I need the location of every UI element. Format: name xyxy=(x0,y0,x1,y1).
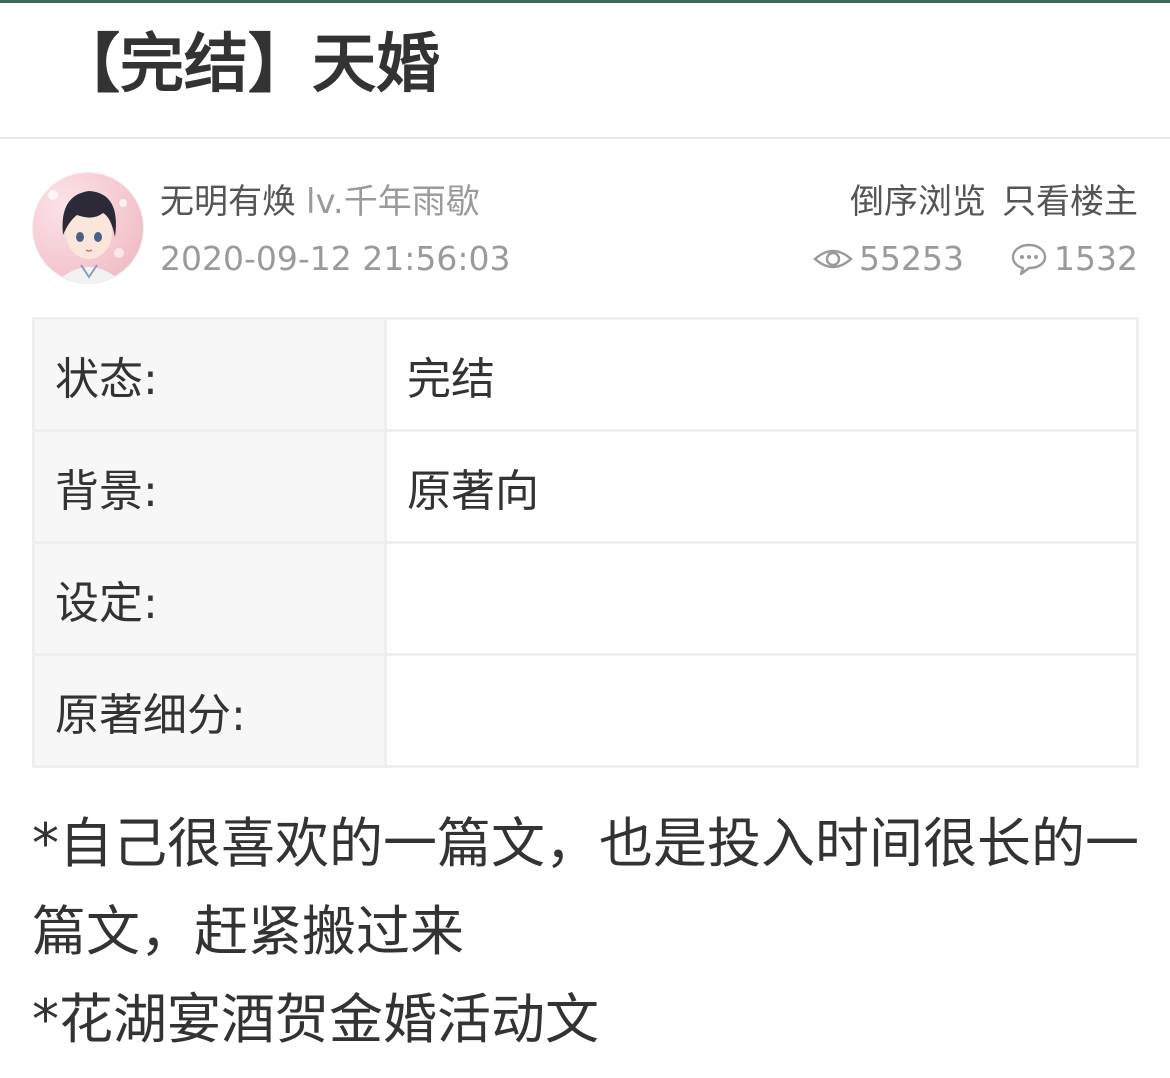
views-count: 55253 xyxy=(859,239,965,278)
info-key-status: 状态: xyxy=(32,317,387,432)
views-stat: 55253 xyxy=(813,237,964,281)
post-title: 【完结】天婚 xyxy=(56,28,440,102)
table-row: 原著细分: xyxy=(32,653,1139,768)
info-value-status: 完结 xyxy=(384,317,1139,432)
author-name[interactable]: 无明有焕 xyxy=(160,182,296,222)
post-stats: 55253 1532 xyxy=(813,237,1138,281)
info-table: 状态: 完结 背景: 原著向 设定: 原著细分: xyxy=(32,317,1139,768)
table-row: 设定: xyxy=(32,541,1139,656)
author-avatar[interactable] xyxy=(32,172,144,284)
info-value-setting xyxy=(384,541,1139,656)
title-bar: 【完结】天婚 xyxy=(0,3,1170,139)
author-level: lv.千年雨歇 xyxy=(306,182,480,222)
post-actions: 倒序浏览 只看楼主 xyxy=(850,180,1138,224)
table-row: 状态: 完结 xyxy=(32,317,1139,432)
content-paragraph: *花湖宴酒贺金婚活动文 xyxy=(32,988,599,1051)
post-content: *自己很喜欢的一篇文，也是投入时间很长的一篇文，赶紧搬过来 *花湖宴酒贺金婚活动… xyxy=(32,800,1142,1064)
only-op-button[interactable]: 只看楼主 xyxy=(1002,182,1138,222)
comment-bubble-icon xyxy=(1011,243,1047,276)
eye-icon xyxy=(813,249,853,269)
replies-count: 1532 xyxy=(1054,239,1138,278)
reverse-order-button[interactable]: 倒序浏览 xyxy=(850,182,986,222)
replies-stat: 1532 xyxy=(1010,237,1138,281)
post-timestamp: 2020-09-12 21:56:03 xyxy=(160,239,511,278)
avatar-illustration xyxy=(48,190,127,283)
table-row: 背景: 原著向 xyxy=(32,429,1139,544)
info-key-source-detail: 原著细分: xyxy=(32,653,387,768)
info-value-source-detail xyxy=(384,653,1139,768)
info-key-background: 背景: xyxy=(32,429,387,544)
info-key-setting: 设定: xyxy=(32,541,387,656)
author-line: 无明有焕 lv.千年雨歇 xyxy=(160,180,480,224)
info-value-background: 原著向 xyxy=(384,429,1139,544)
content-paragraph: *自己很喜欢的一篇文，也是投入时间很长的一篇文，赶紧搬过来 xyxy=(32,812,1139,963)
